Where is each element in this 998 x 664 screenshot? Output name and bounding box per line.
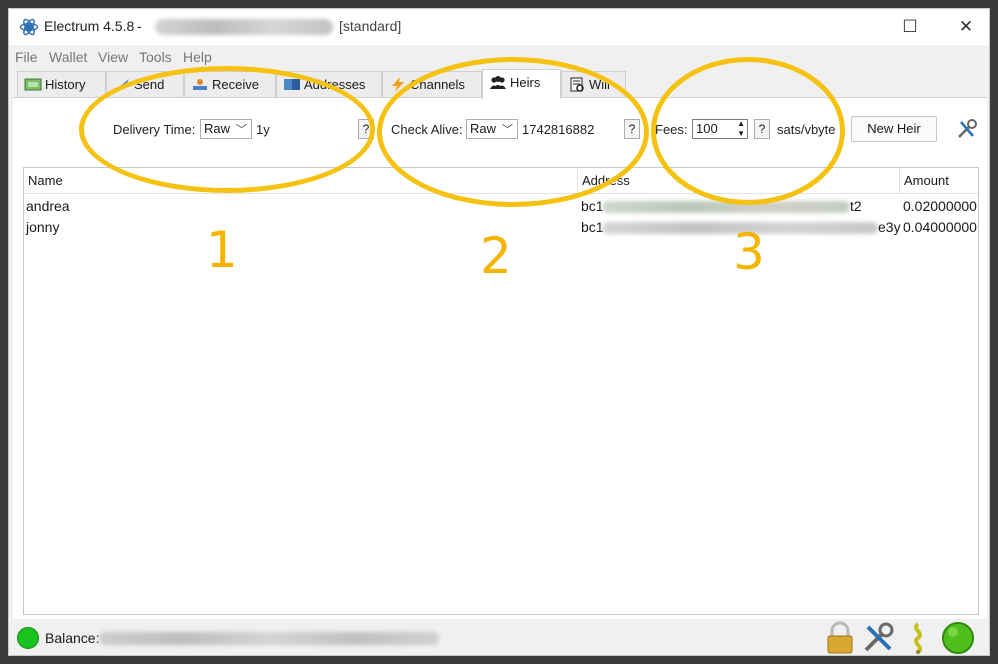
balance-label: Balance: (45, 630, 100, 646)
wallet-name-redacted (155, 19, 333, 35)
annotation-number-1: 1 (206, 221, 238, 279)
title-bar: Electrum 4.5.8 - [standard] ☐ ✕ (9, 9, 989, 45)
menu-tools[interactable]: Tools (139, 49, 172, 65)
history-icon (24, 78, 42, 91)
address-suffix: t2 (850, 198, 862, 214)
menu-view[interactable]: View (98, 49, 128, 65)
heir-amount: 0.04000000 (903, 219, 977, 235)
tab-heirs[interactable]: Heirs (482, 69, 561, 99)
lock-icon[interactable] (823, 621, 857, 655)
menu-wallet[interactable]: Wallet (49, 49, 87, 65)
address-prefix: bc1 (581, 198, 604, 214)
seed-icon[interactable] (901, 621, 935, 655)
network-connected-icon[interactable] (941, 621, 975, 655)
annotation-number-2: 2 (480, 227, 512, 285)
wallet-type: [standard] (339, 18, 402, 34)
column-amount[interactable]: Amount (900, 168, 978, 194)
annotation-ellipse-3 (651, 57, 845, 205)
heir-name: andrea (26, 198, 70, 214)
menu-help[interactable]: Help (183, 49, 212, 65)
balance-redacted (99, 632, 439, 645)
settings-tools-icon[interactable] (955, 117, 979, 141)
network-status-icon[interactable] (17, 627, 39, 649)
maximize-button[interactable]: ☐ (895, 15, 925, 39)
annotation-number-3: 3 (733, 223, 765, 281)
app-title: Electrum 4.5.8 (44, 18, 135, 34)
electrum-window: Electrum 4.5.8 - [standard] ☐ ✕ File Wal… (8, 8, 990, 656)
menu-file[interactable]: File (15, 49, 38, 65)
annotation-ellipse-1 (79, 66, 375, 193)
heir-amount: 0.02000000 (903, 198, 977, 214)
heir-name: jonny (26, 219, 60, 235)
address-prefix: bc1 (581, 219, 604, 235)
heirs-icon (490, 76, 506, 89)
status-bar: Balance: (9, 619, 989, 655)
preferences-tools-icon[interactable] (861, 621, 895, 655)
tab-history[interactable]: History (17, 71, 106, 97)
title-separator: - (137, 18, 142, 34)
close-button[interactable]: ✕ (951, 15, 981, 39)
address-suffix: e3y (878, 219, 901, 235)
electrum-logo-icon (19, 18, 39, 36)
new-heir-button[interactable]: New Heir (851, 116, 937, 142)
